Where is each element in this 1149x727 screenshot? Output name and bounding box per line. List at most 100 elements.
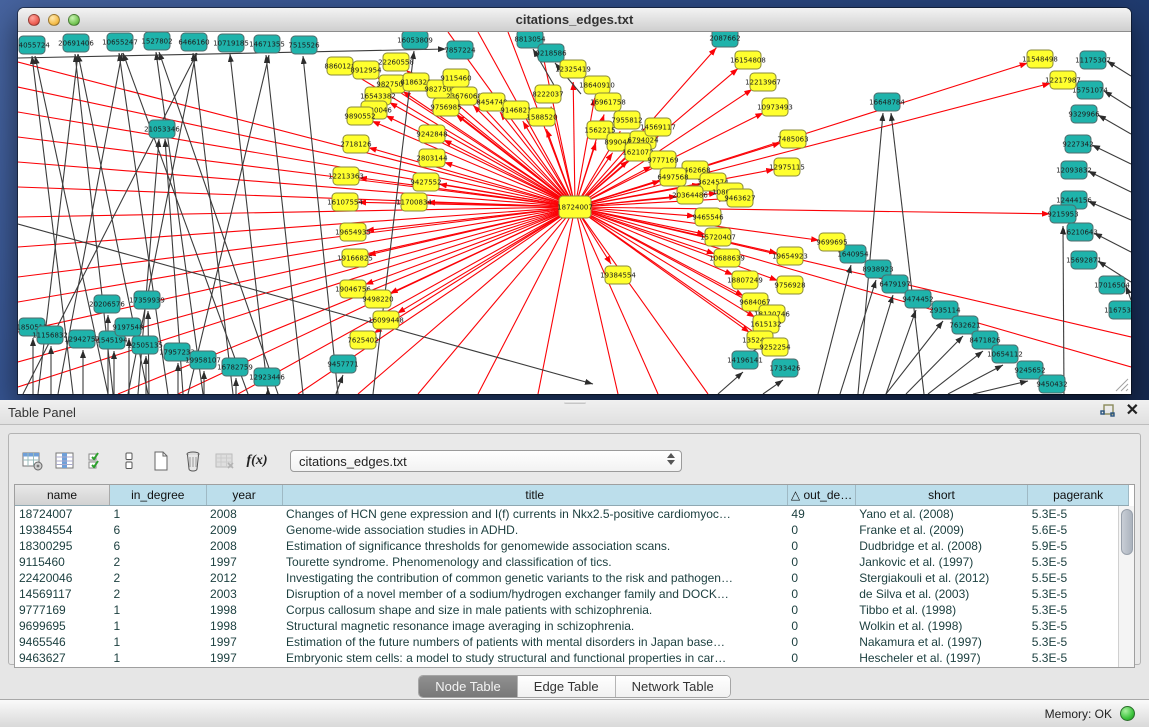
graph-node[interactable]: 6497568 [657, 168, 688, 186]
graph-node[interactable]: 9498220 [362, 290, 393, 308]
graph-node[interactable]: 12217987 [1045, 71, 1081, 89]
graph-node[interactable]: 11675339 [1104, 301, 1131, 319]
node-table[interactable]: namein_degreeyeartitle△ out_de…shortpage… [14, 484, 1135, 668]
tab-edge-table[interactable]: Edge Table [518, 676, 616, 697]
graph-node[interactable]: 18640910 [579, 76, 615, 94]
tab-node-table[interactable]: Node Table [419, 676, 518, 697]
graph-node[interactable]: 7857224 [444, 41, 476, 59]
graph-node[interactable]: 9427552 [410, 173, 441, 191]
graph-node[interactable]: 9215953 [1047, 205, 1078, 223]
graph-node[interactable]: 9242848 [416, 125, 447, 143]
graph-node[interactable]: 12923446 [249, 368, 285, 386]
graph-node[interactable]: 9329966 [1068, 105, 1100, 123]
graph-node[interactable]: 11700834 [396, 193, 432, 211]
graph-node[interactable]: 12213363 [328, 167, 364, 185]
table-row[interactable]: 946362711997Embryonic stem cells: a mode… [15, 650, 1129, 666]
graph-node[interactable]: 19166825 [337, 249, 373, 267]
table-scrollbar[interactable] [1118, 506, 1134, 667]
graph-node[interactable]: 11156832 [32, 326, 68, 344]
graph-hub-node[interactable]: 18724007 [557, 196, 593, 218]
graph-node[interactable]: 2087662 [709, 32, 740, 47]
function-builder-icon[interactable]: f(x) [244, 449, 270, 473]
table-row[interactable]: 946554611997Estimation of the future num… [15, 634, 1129, 650]
column-header-title[interactable]: title [282, 485, 787, 506]
graph-node[interactable]: 12975115 [769, 158, 805, 176]
graph-node[interactable]: 14671355 [249, 35, 285, 53]
graph-node[interactable]: 6466160 [178, 33, 209, 51]
graph-node[interactable]: 16782759 [217, 358, 253, 376]
graph-node[interactable]: 9756928 [774, 276, 805, 294]
graph-node[interactable]: 18807249 [727, 271, 763, 289]
graph-node[interactable]: 9450432 [1036, 375, 1067, 393]
table-row[interactable]: 1938455462009Genome-wide association stu… [15, 522, 1129, 538]
table-row[interactable]: 1872400712008Changes of HCN gene express… [15, 506, 1129, 523]
graph-node[interactable]: 10719185 [213, 34, 249, 52]
graph-node[interactable]: 22260558 [378, 53, 414, 71]
graph-node[interactable]: 1733426 [769, 359, 801, 377]
graph-node[interactable]: 17016504 [1094, 276, 1130, 294]
table-row[interactable]: 969969511998Structural magnetic resonanc… [15, 618, 1129, 634]
memory-status-indicator[interactable] [1120, 706, 1135, 721]
network-window[interactable]: citations_edges.txt 24055724206914061065… [18, 8, 1131, 394]
graph-node[interactable]: 8222037 [532, 85, 563, 103]
float-panel-icon[interactable] [1100, 403, 1116, 419]
graph-node[interactable]: 9463627 [724, 189, 755, 207]
graph-node[interactable]: 9115460 [440, 69, 471, 87]
graph-node[interactable]: 14569117 [640, 118, 676, 136]
close-panel-icon[interactable]: ✕ [1126, 403, 1139, 419]
table-row[interactable]: 911546021997Tourette syndrome. Phenomeno… [15, 554, 1129, 570]
column-header-out_de[interactable]: △ out_de… [787, 485, 855, 506]
graph-node[interactable]: 12505135 [127, 336, 163, 354]
graph-node[interactable]: 11548498 [1022, 50, 1058, 68]
graph-node[interactable]: 19384554 [600, 266, 636, 284]
network-window-titlebar[interactable]: citations_edges.txt [18, 8, 1131, 32]
graph-node[interactable]: 7625402 [347, 331, 378, 349]
graph-node[interactable]: 20364486 [672, 186, 708, 204]
graph-node[interactable]: 14196141 [727, 351, 763, 369]
graph-node[interactable]: 20206576 [89, 295, 125, 313]
graph-node[interactable]: 1588520 [526, 108, 557, 126]
graph-node[interactable]: 16099448 [368, 311, 404, 329]
graph-node[interactable]: 9227342 [1062, 135, 1093, 153]
graph-node[interactable]: 12325419 [555, 60, 591, 78]
column-header-in_degree[interactable]: in_degree [110, 485, 207, 506]
table-row[interactable]: 977716911998Corpus callosum shape and si… [15, 602, 1129, 618]
graph-node[interactable]: 6479197 [879, 275, 910, 293]
table-row[interactable]: 2242004622012Investigating the contribut… [15, 570, 1129, 586]
column-header-name[interactable]: name [15, 485, 110, 506]
graph-node[interactable]: 2803144 [416, 149, 448, 167]
column-header-short[interactable]: short [855, 485, 1028, 506]
graph-node[interactable]: 12093832 [1056, 161, 1092, 179]
graph-node[interactable]: 9777169 [647, 151, 678, 169]
graph-node[interactable]: 9457771 [327, 355, 358, 373]
table-row[interactable]: 1830029562008Estimation of significance … [15, 538, 1129, 554]
table-selector-dropdown[interactable]: citations_edges.txt [290, 450, 682, 472]
graph-node[interactable]: 16210643 [1062, 223, 1098, 241]
graph-node[interactable]: 7955812 [611, 111, 642, 129]
graph-node[interactable]: 15720407 [700, 228, 736, 246]
graph-node[interactable]: 7485063 [777, 130, 808, 148]
graph-node[interactable]: 9474452 [902, 290, 933, 308]
graph-node[interactable]: 19958107 [185, 351, 221, 369]
select-all-columns-icon[interactable] [84, 449, 110, 473]
graph-node[interactable]: 17359939 [129, 291, 165, 309]
graph-node[interactable]: 12942757 [64, 330, 100, 348]
table-scrollbar-thumb[interactable] [1121, 509, 1133, 555]
graph-node[interactable]: 16107554 [327, 193, 363, 211]
graph-node[interactable]: 9218586 [535, 44, 567, 62]
graph-node[interactable]: 1527802 [141, 32, 172, 50]
tab-network-table[interactable]: Network Table [616, 676, 730, 697]
unselect-all-columns-icon[interactable] [116, 449, 142, 473]
graph-node[interactable]: 1615132 [750, 315, 781, 333]
graph-node[interactable]: 10654112 [987, 345, 1023, 363]
table-panel-header[interactable]: Table Panel ✕ [0, 400, 1149, 425]
graph-node[interactable]: 20691406 [58, 34, 94, 52]
create-column-icon[interactable] [148, 449, 174, 473]
graph-node[interactable]: 10688639 [709, 249, 745, 267]
graph-node[interactable]: 2718126 [340, 135, 372, 153]
delete-column-icon[interactable] [180, 449, 206, 473]
graph-node[interactable]: 9699695 [816, 233, 847, 251]
graph-node[interactable]: 16154808 [730, 51, 766, 69]
graph-node[interactable]: 12213967 [745, 73, 781, 91]
column-header-pagerank[interactable]: pagerank [1028, 485, 1129, 506]
